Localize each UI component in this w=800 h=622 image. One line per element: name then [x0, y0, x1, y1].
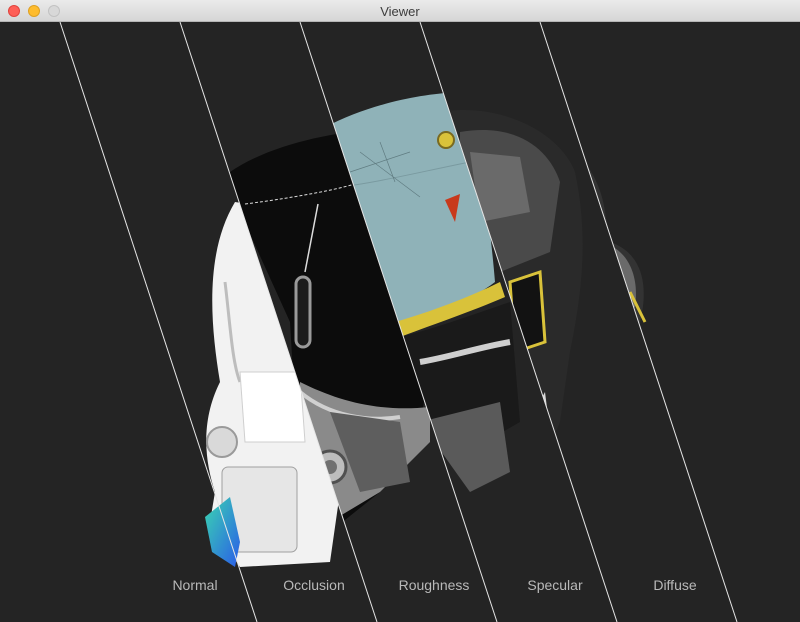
- channel-label-occlusion: Occlusion: [283, 577, 345, 593]
- viewer-window: Viewer Normal Occlusion Roughness Specul…: [0, 0, 800, 622]
- window-title: Viewer: [380, 4, 420, 19]
- helmet-model[interactable]: [0, 22, 800, 622]
- title-bar[interactable]: Viewer: [0, 0, 800, 22]
- render-viewport[interactable]: [0, 22, 800, 622]
- channel-label-specular: Specular: [527, 577, 583, 593]
- channel-label-roughness: Roughness: [398, 577, 470, 593]
- channel-label-diffuse: Diffuse: [653, 577, 697, 593]
- channel-label-normal: Normal: [172, 577, 218, 593]
